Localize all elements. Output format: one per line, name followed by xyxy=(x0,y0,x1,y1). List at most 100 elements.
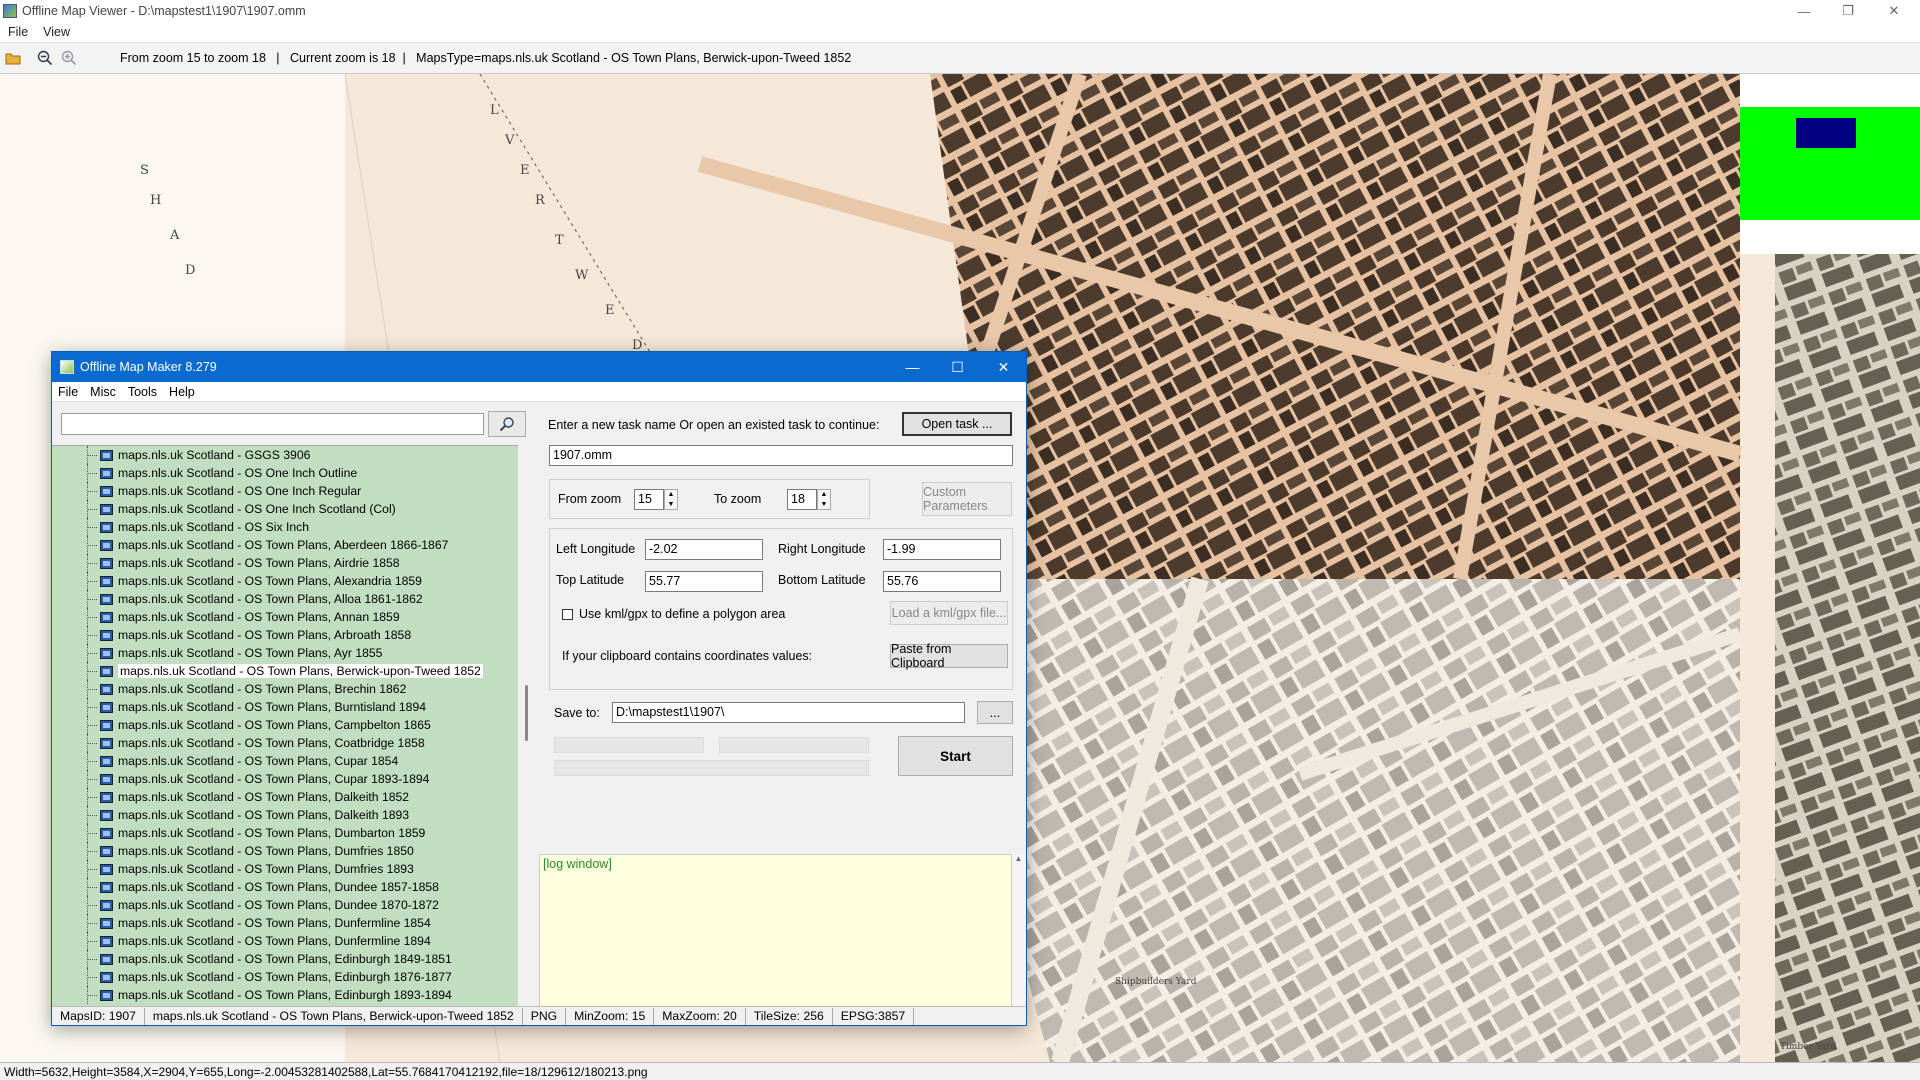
tree-item[interactable]: maps.nls.uk Scotland - OS Town Plans, Cu… xyxy=(52,752,518,770)
to-zoom-spinner[interactable]: ▲ ▼ xyxy=(817,489,831,510)
map-tile-icon xyxy=(100,521,113,533)
log-scrollbar[interactable]: ▲▼ xyxy=(1012,854,1025,1024)
map-label: W xyxy=(575,268,589,283)
tree-scrollbar[interactable] xyxy=(518,445,536,1006)
tree-item[interactable]: maps.nls.uk Scotland - OS Six Inch xyxy=(52,518,518,536)
from-zoom-input[interactable]: 15 xyxy=(634,489,664,510)
search-button[interactable] xyxy=(488,411,526,437)
tree-item[interactable]: maps.nls.uk Scotland - OS Town Plans, Du… xyxy=(52,914,518,932)
map-label: R xyxy=(535,193,546,208)
map-tile-icon xyxy=(100,629,113,641)
tree-item[interactable]: maps.nls.uk Scotland - OS Town Plans, Br… xyxy=(52,680,518,698)
tree-item[interactable]: maps.nls.uk Scotland - OS One Inch Regul… xyxy=(52,482,518,500)
tree-line xyxy=(87,941,97,942)
browse-button[interactable]: ... xyxy=(977,701,1013,724)
zoom-in-icon[interactable] xyxy=(58,47,80,69)
tree-line xyxy=(87,725,97,726)
tree-item[interactable]: maps.nls.uk Scotland - OS Town Plans, Ed… xyxy=(52,968,518,986)
tree-item-label: maps.nls.uk Scotland - OS Town Plans, Al… xyxy=(118,592,423,606)
restore-icon[interactable]: ❐ xyxy=(1826,0,1870,22)
scroll-up-icon[interactable]: ▲ xyxy=(1015,854,1023,863)
tree-line xyxy=(87,797,97,798)
tree-item[interactable]: maps.nls.uk Scotland - OS Town Plans, Al… xyxy=(52,572,518,590)
tree-line xyxy=(87,599,97,600)
tree-line xyxy=(87,635,97,636)
maps-tree[interactable]: maps.nls.uk Scotland - GSGS 3906 maps.nls… xyxy=(52,445,518,1006)
zoom-out-icon[interactable] xyxy=(34,47,56,69)
open-folder-icon[interactable] xyxy=(2,47,24,69)
tree-item[interactable]: maps.nls.uk Scotland - OS Town Plans, Al… xyxy=(52,590,518,608)
tree-item[interactable]: maps.nls.uk Scotland - OS Town Plans, Ed… xyxy=(52,986,518,1004)
load-kml-button[interactable]: Load a kml/gpx file... xyxy=(890,601,1008,625)
tree-item[interactable]: maps.nls.uk Scotland - OS Town Plans, Du… xyxy=(52,824,518,842)
tree-item[interactable]: maps.nls.uk Scotland - OS Town Plans, Cu… xyxy=(52,770,518,788)
task-name-input[interactable]: 1907.omm xyxy=(549,445,1013,466)
tree-item-label: maps.nls.uk Scotland - GSGS 3906 xyxy=(118,448,311,462)
dialog-titlebar: Offline Map Maker 8.279 — ☐ ✕ xyxy=(52,352,1026,382)
start-button[interactable]: Start xyxy=(898,736,1013,776)
bottom-latitude-input[interactable]: 55.76 xyxy=(883,571,1001,592)
custom-parameters-button[interactable]: Custom Parameters xyxy=(922,482,1012,516)
tree-item[interactable]: maps.nls.uk Scotland - OS Town Plans, An… xyxy=(52,608,518,626)
tree-item-label: maps.nls.uk Scotland - OS Town Plans, Du… xyxy=(118,880,439,894)
tree-line xyxy=(87,887,97,888)
tree-item-label: maps.nls.uk Scotland - OS Town Plans, Du… xyxy=(118,898,439,912)
map-tile-icon xyxy=(100,665,113,677)
tree-item[interactable]: maps.nls.uk Scotland - OS Town Plans, Ar… xyxy=(52,626,518,644)
dialog-menu-misc[interactable]: Misc xyxy=(90,385,116,399)
tree-item[interactable]: maps.nls.uk Scotland - GSGS 3906 xyxy=(52,446,518,464)
paste-clipboard-button[interactable]: Paste from Clipboard xyxy=(890,642,1008,670)
minimize-icon[interactable]: — xyxy=(1782,0,1826,22)
dialog-maximize-icon[interactable]: ☐ xyxy=(935,352,980,382)
tree-item[interactable]: maps.nls.uk Scotland - OS Town Plans, Da… xyxy=(52,806,518,824)
tree-line xyxy=(87,671,97,672)
dialog-close-icon[interactable]: ✕ xyxy=(981,352,1026,382)
open-task-button[interactable]: Open task ... xyxy=(902,412,1012,436)
left-longitude-input[interactable]: -2.02 xyxy=(645,539,763,560)
menu-view[interactable]: View xyxy=(43,25,70,39)
tree-item-label: maps.nls.uk Scotland - OS Town Plans, Br… xyxy=(118,682,407,696)
log-window[interactable]: [log window] xyxy=(539,854,1012,1024)
tree-item[interactable]: maps.nls.uk Scotland - OS Town Plans, Du… xyxy=(52,932,518,950)
tree-item[interactable]: maps.nls.uk Scotland - OS Town Plans, Bu… xyxy=(52,698,518,716)
save-to-input[interactable]: D:\mapstest1\1907\ xyxy=(612,702,965,723)
dialog-menu-help[interactable]: Help xyxy=(169,385,195,399)
tree-item[interactable]: maps.nls.uk Scotland - OS Town Plans, Ed… xyxy=(52,950,518,968)
tree-item[interactable]: maps.nls.uk Scotland - OS Town Plans, Be… xyxy=(52,662,518,680)
to-zoom-input[interactable]: 18 xyxy=(787,489,817,510)
maps-search-input[interactable] xyxy=(61,413,484,435)
tree-item[interactable]: maps.nls.uk Scotland - OS One Inch Outli… xyxy=(52,464,518,482)
tree-item[interactable]: maps.nls.uk Scotland - OS Town Plans, Du… xyxy=(52,896,518,914)
dialog-menu-tools[interactable]: Tools xyxy=(128,385,157,399)
save-to-label: Save to: xyxy=(554,706,600,720)
map-label: T xyxy=(555,233,564,248)
tree-item-label: maps.nls.uk Scotland - OS Town Plans, Bu… xyxy=(118,700,427,714)
close-icon[interactable]: ✕ xyxy=(1872,0,1916,22)
tree-line xyxy=(87,455,97,456)
tree-scroll-thumb[interactable] xyxy=(525,685,528,741)
overview-viewport[interactable] xyxy=(1796,118,1856,148)
tree-line xyxy=(87,473,97,474)
top-latitude-input[interactable]: 55.77 xyxy=(645,571,763,592)
tree-item[interactable]: maps.nls.uk Scotland - OS Town Plans, Ca… xyxy=(52,716,518,734)
tree-item[interactable]: maps.nls.uk Scotland - OS Town Plans, Ay… xyxy=(52,644,518,662)
kml-checkbox[interactable] xyxy=(562,609,573,620)
dialog-menu-file[interactable]: File xyxy=(58,385,78,399)
tree-item-label: maps.nls.uk Scotland - OS Town Plans, Cu… xyxy=(118,754,399,768)
top-latitude-label: Top Latitude xyxy=(556,573,625,587)
from-zoom-spinner[interactable]: ▲ ▼ xyxy=(664,489,678,510)
map-label: E xyxy=(605,303,615,318)
map-label: V xyxy=(504,133,515,148)
tree-item[interactable]: maps.nls.uk Scotland - OS Town Plans, Du… xyxy=(52,842,518,860)
tree-item[interactable]: maps.nls.uk Scotland - OS Town Plans, Du… xyxy=(52,860,518,878)
tree-item[interactable]: maps.nls.uk Scotland - OS Town Plans, Ai… xyxy=(52,554,518,572)
right-longitude-input[interactable]: -1.99 xyxy=(883,539,1001,560)
tree-item[interactable]: maps.nls.uk Scotland - OS Town Plans, Co… xyxy=(52,734,518,752)
tree-item[interactable]: maps.nls.uk Scotland - OS One Inch Scotl… xyxy=(52,500,518,518)
tree-item[interactable]: maps.nls.uk Scotland - OS Town Plans, Du… xyxy=(52,878,518,896)
tree-line xyxy=(87,689,97,690)
tree-item[interactable]: maps.nls.uk Scotland - OS Town Plans, Ab… xyxy=(52,536,518,554)
menu-file[interactable]: File xyxy=(8,25,28,39)
dialog-minimize-icon[interactable]: — xyxy=(890,352,935,382)
tree-item[interactable]: maps.nls.uk Scotland - OS Town Plans, Da… xyxy=(52,788,518,806)
